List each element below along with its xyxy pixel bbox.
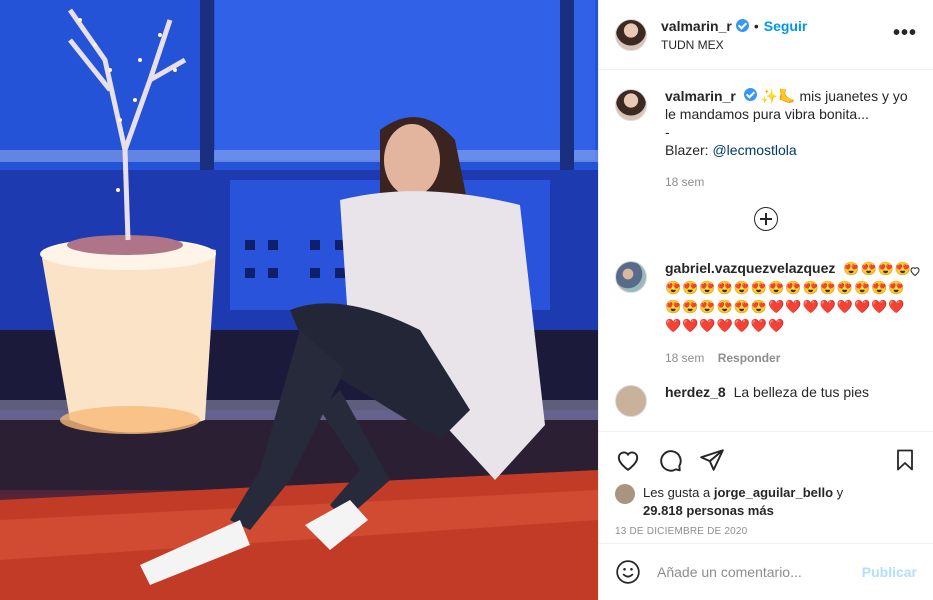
liker-avatar[interactable] <box>615 484 635 504</box>
comment-icon[interactable] <box>657 447 683 473</box>
post-date[interactable]: 13 DE DICIEMBRE DE 2020 <box>615 526 917 537</box>
caption-time[interactable]: 18 sem <box>665 175 704 189</box>
verified-icon <box>743 88 757 101</box>
likes-prefix: Les gusta a <box>643 485 714 500</box>
likes-connector: y <box>833 485 844 500</box>
post-header: valmarin_r • Seguir TUDN MEX ••• <box>599 0 933 70</box>
caption-mention-link[interactable]: @lecmostlola <box>712 142 796 158</box>
caption-username[interactable]: valmarin_r <box>665 88 736 104</box>
commenter-avatar[interactable] <box>615 261 647 293</box>
comment-input[interactable] <box>657 564 862 580</box>
heart-icon[interactable] <box>615 447 641 473</box>
comment-like-heart-icon[interactable] <box>909 265 921 277</box>
post-location[interactable]: TUDN MEX <box>661 38 807 52</box>
add-comment-bar: Publicar <box>599 543 933 600</box>
post-actions: Les gusta a jorge_aguilar_bello y 29.818… <box>599 431 933 543</box>
comment-item: gabriel.vazquezvelazquez 😍😍😍😍😍😍😍😍😍😍😍😍😍😍😍… <box>615 259 920 367</box>
caption-blazer-label: Blazer: <box>665 142 713 158</box>
photo-illustration <box>0 0 598 600</box>
share-icon[interactable] <box>699 447 725 473</box>
comment-text: La belleza de tus pies <box>733 384 870 400</box>
author-avatar[interactable] <box>615 18 647 51</box>
comment-time[interactable]: 18 sem <box>665 351 704 365</box>
liker-username[interactable]: jorge_aguilar_bello <box>714 485 833 500</box>
separator-dot: • <box>753 17 759 34</box>
verified-icon <box>735 19 749 32</box>
likes-summary: Les gusta a jorge_aguilar_bello y 29.818… <box>615 484 917 520</box>
author-username[interactable]: valmarin_r <box>661 18 732 34</box>
commenter-username[interactable]: gabriel.vazquezvelazquez <box>665 260 835 276</box>
reply-button[interactable]: Responder <box>718 351 781 365</box>
post-comment-button[interactable]: Publicar <box>862 564 917 580</box>
follow-button[interactable]: Seguir <box>764 18 808 34</box>
comments-list[interactable]: valmarin_r ✨🦶 mis juanetes y yo le manda… <box>599 71 933 431</box>
more-options-icon[interactable]: ••• <box>893 23 917 43</box>
bookmark-icon[interactable] <box>893 447 917 473</box>
plus-circle-icon[interactable] <box>754 207 778 231</box>
commenter-username[interactable]: herdez_8 <box>665 384 726 400</box>
post-photo[interactable] <box>0 0 598 600</box>
commenter-avatar[interactable] <box>615 385 647 417</box>
caption: valmarin_r ✨🦶 mis juanetes y yo le manda… <box>615 87 917 191</box>
caption-divider-text: - <box>665 124 670 140</box>
post-side-panel: valmarin_r • Seguir TUDN MEX ••• valmari… <box>598 0 933 600</box>
comment-item: herdez_8 La belleza de tus pies <box>615 383 917 417</box>
likes-count[interactable]: 29.818 personas más <box>643 503 774 518</box>
caption-avatar[interactable] <box>615 89 647 121</box>
emoji-icon[interactable] <box>615 559 641 585</box>
